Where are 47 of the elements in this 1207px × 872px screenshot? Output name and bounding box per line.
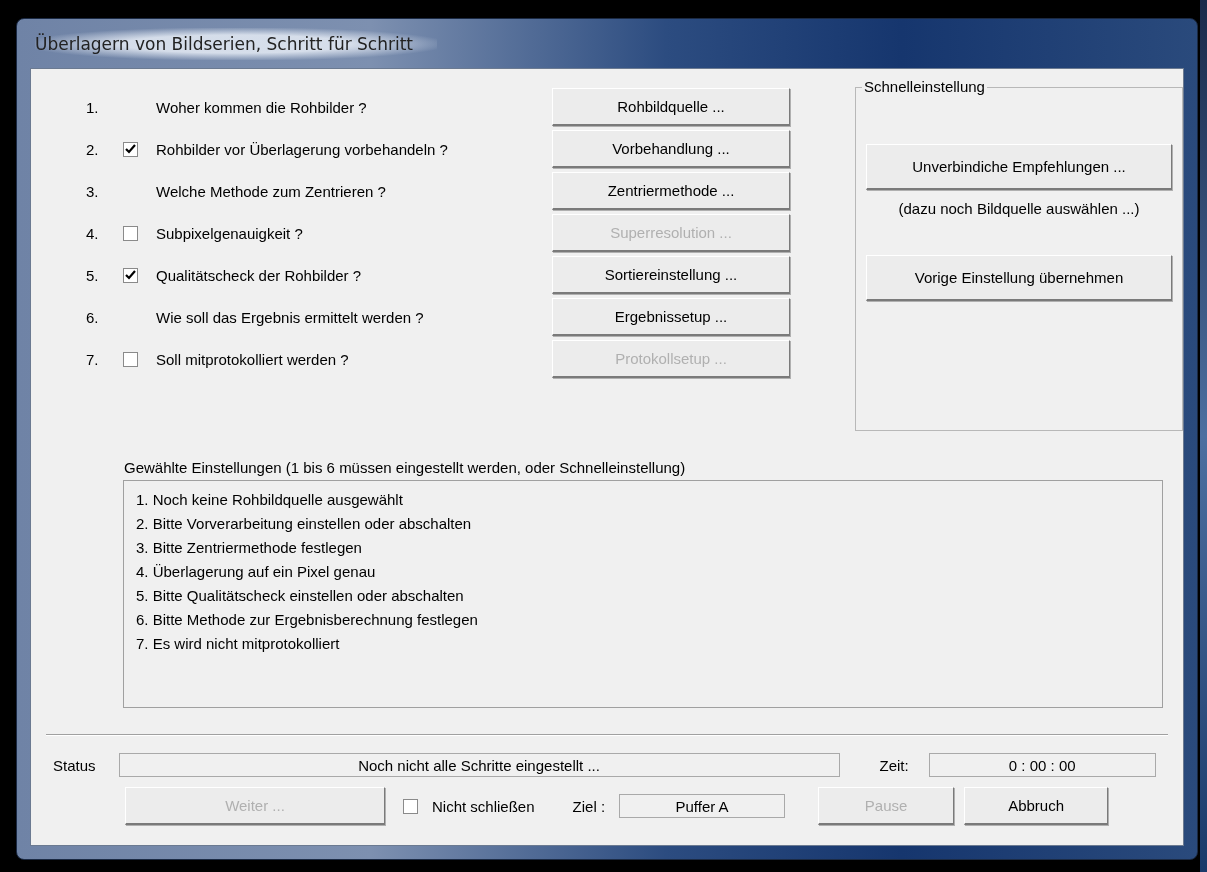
check-icon [125,270,136,280]
step-button[interactable]: Zentriermethode ... [552,172,790,210]
check-icon [125,144,136,154]
checkbox-label: Nicht schließen [432,797,535,815]
checkbox[interactable] [123,267,138,283]
step-label: Subpixelgenauigkeit ? [156,224,304,242]
step-button[interactable]: Sortiereinstellung ... [552,256,790,294]
step-label: Welche Methode zum Zentrieren ? [156,182,387,200]
status-label: Status [53,756,96,774]
step-number: 5. [86,266,100,284]
step-number: 7. [86,350,100,368]
checkbox[interactable] [403,798,418,814]
step-number: 4. [86,224,100,242]
summary-line: 5. Bitte Qualitätscheck einstellen oder abschalten [136,587,465,606]
cancel-button[interactable]: Abbruch [964,787,1109,825]
group-title: Schnelleinstellung [862,78,987,95]
window-title: Überlagern von Bildserien, Schritt für Schritt [35,27,438,60]
checkbox[interactable] [123,351,138,367]
step-number: 6. [86,308,100,326]
summary-line: 1. Noch keine Rohbildquelle ausgewählt [136,491,404,510]
summary-line: 6. Bitte Methode zur Ergebnisberechnung festlegen [136,611,479,630]
status-field: Noch nicht alle Schritte eingestellt ... [118,753,840,777]
checkbox[interactable] [123,225,138,241]
hint-text: (dazu noch Bildquelle auswählen ...) [898,200,1140,217]
step-button[interactable]: Rohbildquelle ... [552,88,790,126]
checkbox[interactable] [123,141,138,157]
summary-label: Gewählte Einstellungen (1 bis 6 müssen eingestellt werden, oder Schnelleinstellung) [124,459,687,476]
step-label: Qualitätscheck der Rohbilder ? [156,266,363,284]
step-button[interactable]: Vorbehandlung ... [552,130,790,168]
step-label: Soll mitprotokolliert werden ? [156,350,350,368]
summary-line: 2. Bitte Vorverarbeitung einstellen oder abschalten [136,515,473,534]
step-button[interactable]: Ergebnissetup ... [552,298,790,336]
summary-line: 4. Überlagerung auf ein Pixel genau [136,563,377,582]
step-number: 1. [86,98,100,116]
time-field: 0 : 00 : 00 [928,753,1156,777]
time-label: Zeit: [879,756,909,774]
summary-line: 3. Bitte Zentriermethode festlegen [136,539,363,558]
step-label: Woher kommen die Rohbilder ? [156,98,368,116]
quick-setting-button[interactable]: Vorige Einstellung übernehmen [866,255,1172,301]
step-label: Wie soll das Ergebnis ermittelt werden ? [156,308,425,326]
target-label: Ziel : [572,797,606,815]
step-label: Rohbilder vor Überlagerung vorbehandeln ? [156,140,449,158]
target-field: Puffer A [619,794,786,818]
step-number: 3. [86,182,100,200]
step-number: 2. [86,140,100,158]
quick-setting-button[interactable]: Unverbindiche Empfehlungen ... [866,144,1172,190]
summary-line: 7. Es wird nicht mitprotokolliert [136,635,341,654]
